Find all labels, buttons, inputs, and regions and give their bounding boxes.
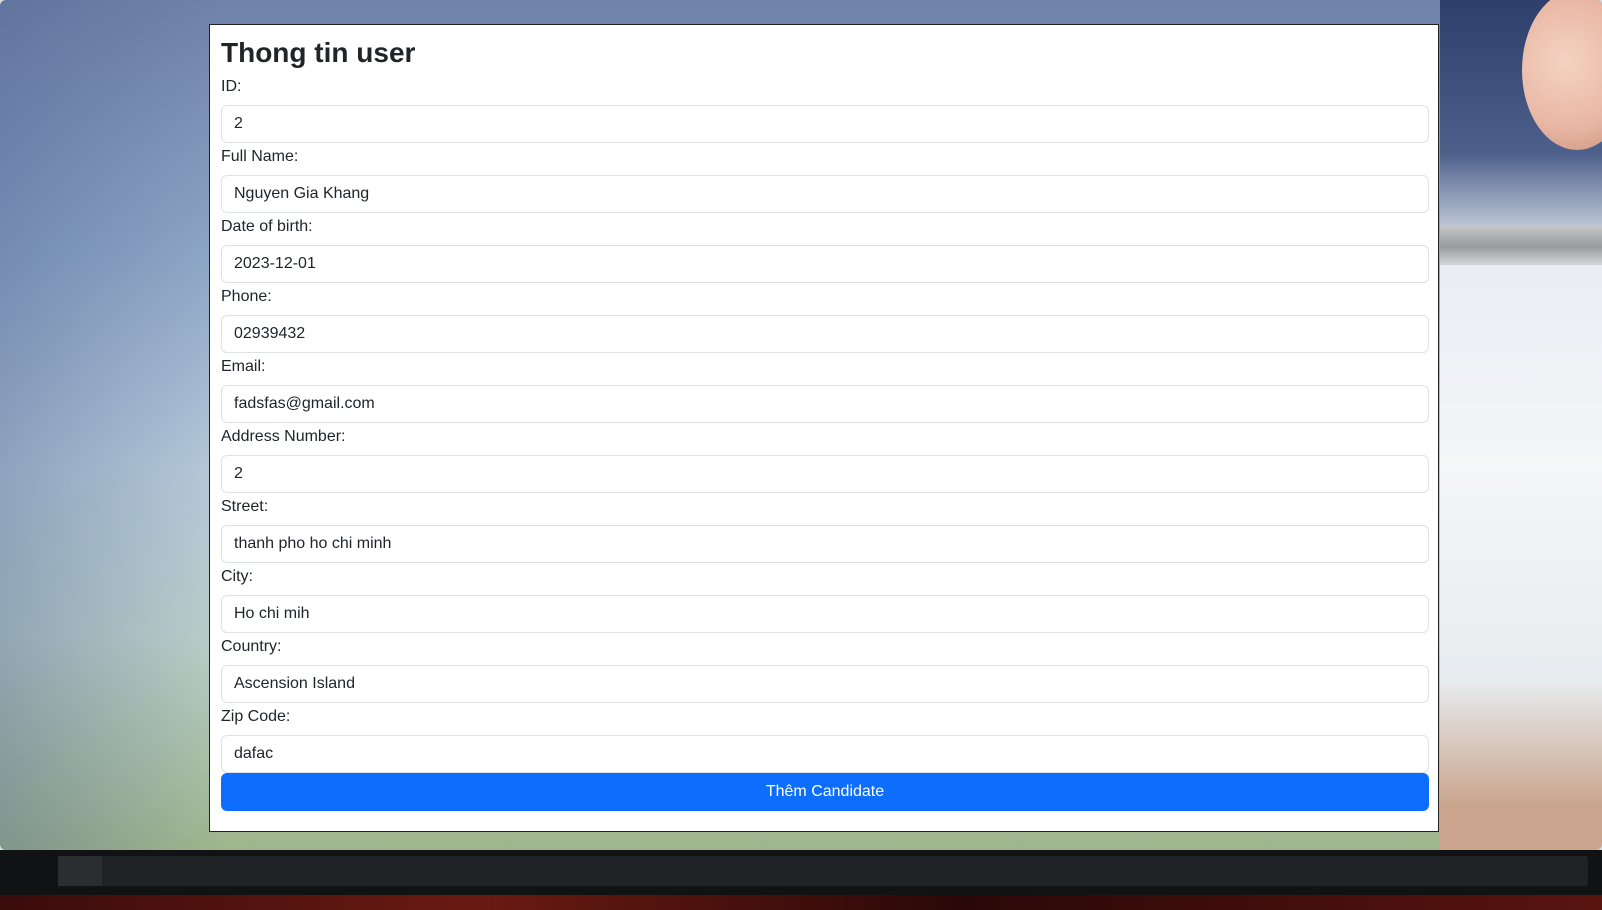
taskbar <box>0 850 1602 910</box>
city-input[interactable] <box>221 595 1429 633</box>
address-number-label: Address Number: <box>221 428 346 445</box>
field-zip-code: Zip Code: <box>221 705 1429 775</box>
taskbar-segment[interactable] <box>58 856 102 886</box>
street-input[interactable] <box>221 525 1429 563</box>
field-email: Email: <box>221 355 1429 425</box>
email-input[interactable] <box>221 385 1429 423</box>
user-info-form: Thong tin user ID: Full Name: Date of bi… <box>209 24 1439 832</box>
field-country: Country: <box>221 635 1429 705</box>
photo-face <box>1522 0 1602 150</box>
full-name-label: Full Name: <box>221 148 299 165</box>
field-phone: Phone: <box>221 285 1429 355</box>
zip-code-label: Zip Code: <box>221 708 291 725</box>
field-full-name: Full Name: <box>221 145 1429 215</box>
id-label: ID: <box>221 78 242 95</box>
wallpaper-shade <box>0 0 220 850</box>
phone-input[interactable] <box>221 315 1429 353</box>
photo-clipboard <box>1440 225 1602 265</box>
field-street: Street: <box>221 495 1429 565</box>
full-name-input[interactable] <box>221 175 1429 213</box>
country-label: Country: <box>221 638 282 655</box>
background-photo <box>1440 0 1602 850</box>
id-input[interactable] <box>221 105 1429 143</box>
email-label: Email: <box>221 358 266 375</box>
taskbar-panel <box>58 856 1588 886</box>
taskbar-strip <box>0 895 1602 910</box>
zip-code-input[interactable] <box>221 735 1429 773</box>
field-city: City: <box>221 565 1429 635</box>
field-address-number: Address Number: <box>221 425 1429 495</box>
field-id: ID: <box>221 75 1429 145</box>
add-candidate-button[interactable]: Thêm Candidate <box>221 773 1429 811</box>
form-title: Thong tin user <box>221 37 416 68</box>
date-of-birth-label: Date of birth: <box>221 218 313 235</box>
country-input[interactable] <box>221 665 1429 703</box>
street-label: Street: <box>221 498 269 515</box>
address-number-input[interactable] <box>221 455 1429 493</box>
field-date-of-birth: Date of birth: <box>221 215 1429 285</box>
date-of-birth-input[interactable] <box>221 245 1429 283</box>
city-label: City: <box>221 568 253 585</box>
phone-label: Phone: <box>221 288 272 305</box>
